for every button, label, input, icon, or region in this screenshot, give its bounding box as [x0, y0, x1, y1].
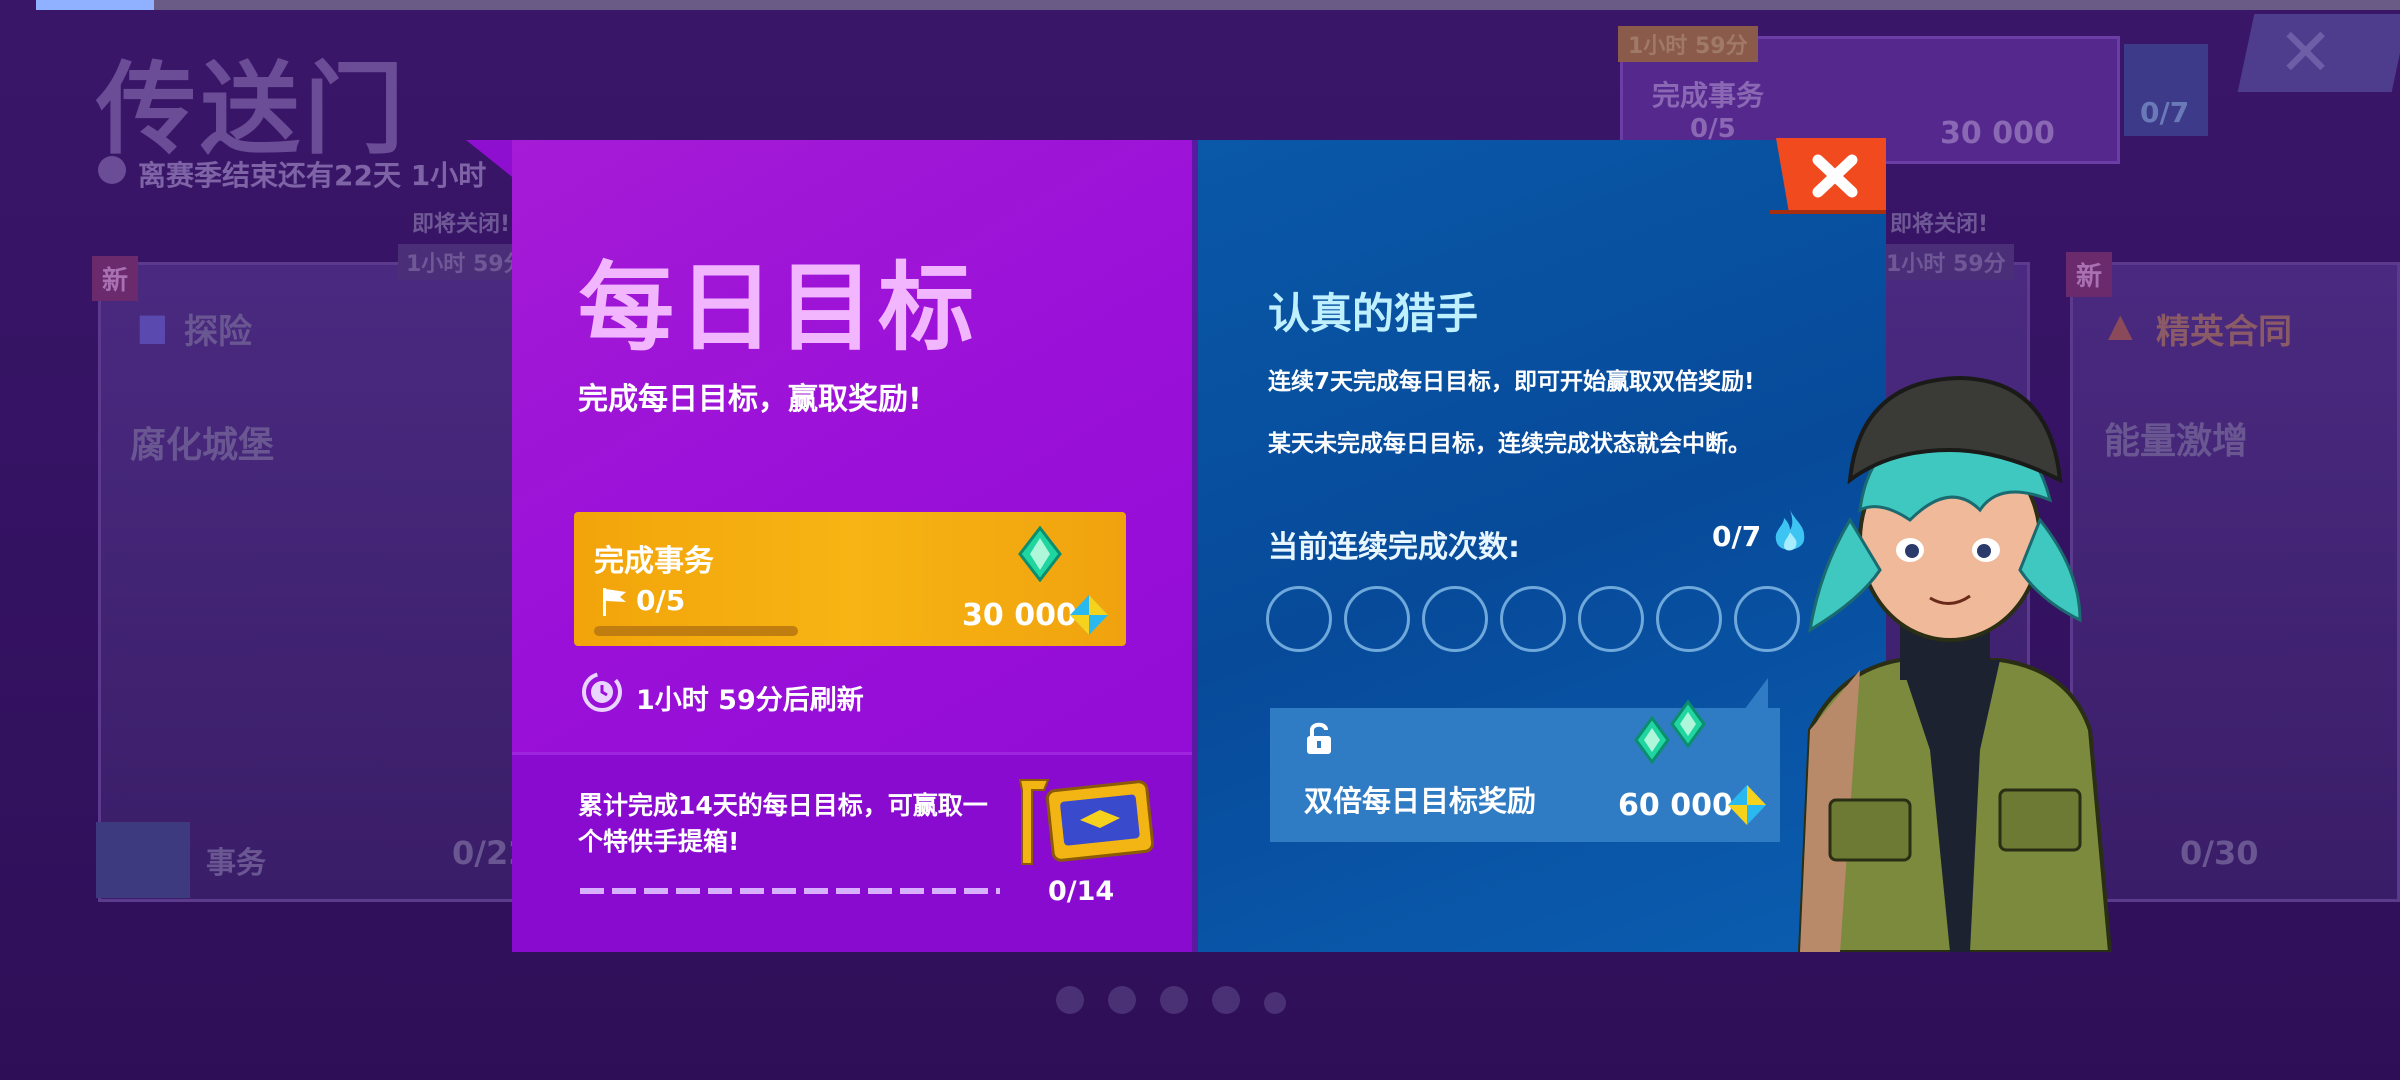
- page-dot: [1108, 986, 1136, 1014]
- gem-icon: [1634, 700, 1706, 765]
- streak-count: 0/7: [1712, 520, 1762, 553]
- currency-gem-icon: [1070, 595, 1108, 635]
- page-indicator: [1056, 986, 1310, 1018]
- bg-daily-reward: 30 000: [1940, 116, 2055, 151]
- bg-streak-count: 0/7: [2140, 96, 2190, 129]
- close-button[interactable]: [1776, 138, 1886, 214]
- clock-icon: [98, 156, 126, 184]
- bg-card-category: 精英合同: [2156, 312, 2292, 352]
- streak-day-slot: [1422, 586, 1488, 652]
- bg-card-name: 能量激增: [2104, 421, 2249, 462]
- page-dot: [1212, 986, 1240, 1014]
- cumulative-progress-count: 0/14: [1048, 876, 1115, 907]
- streak-title: 认真的猎手: [1268, 289, 1479, 338]
- top-progress-fill: [36, 0, 154, 10]
- cumulative-progress-bar: [580, 888, 1000, 894]
- double-reward-label: 双倍每日目标奖励: [1304, 784, 1537, 818]
- bg-closing-soon: 即将关闭!: [412, 212, 511, 237]
- bg-closing-time: 1小时 59分: [1878, 244, 2014, 280]
- bg-portal-card-left: [98, 262, 518, 902]
- bg-page-title: 传送门: [96, 51, 408, 168]
- close-icon: ✕: [2278, 14, 2334, 91]
- bg-daily-task-label: 完成事务: [1652, 79, 1765, 112]
- contract-icon: ▲: [2108, 306, 2133, 344]
- task-goal-progress-bar: [594, 626, 798, 636]
- bg-card-task-count: 0/30: [2180, 834, 2259, 872]
- gem-icon: [1018, 526, 1062, 582]
- streak-day-slot: [1266, 586, 1332, 652]
- task-goal-progress: 0/5: [636, 584, 686, 617]
- daily-goals-subtitle: 完成每日目标，赢取奖励!: [578, 382, 922, 417]
- bg-card-name: 腐化城堡: [130, 425, 275, 466]
- bg-new-badge: 新: [2066, 252, 2113, 297]
- streak-day-slot: [1578, 586, 1644, 652]
- page-dot: [1264, 992, 1286, 1014]
- flag-icon: [96, 822, 190, 898]
- clock-refresh-icon: [582, 672, 622, 712]
- bg-daily-timer: 1小时 59分: [1618, 26, 1758, 62]
- streak-day-slot: [1656, 586, 1722, 652]
- top-progress-track: [36, 0, 2400, 10]
- page-dot: [1160, 986, 1188, 1014]
- flag-icon: [603, 588, 626, 616]
- bg-season-timer: 离赛季结束还有22天 1小时: [138, 159, 487, 192]
- panel-divider: [1192, 140, 1198, 952]
- bg-card-category: 探险: [184, 312, 252, 352]
- streak-day-slot: [1344, 586, 1410, 652]
- streak-warning: 某天未完成每日目标，连续完成状态就会中断。: [1268, 431, 1751, 457]
- bg-new-badge: 新: [92, 256, 139, 301]
- book-icon: ▆: [140, 306, 165, 344]
- bg-card-task-label: 事务: [206, 846, 266, 881]
- refresh-timer: 1小时 59分后刷新: [636, 685, 864, 716]
- double-reward-amount: 60 000: [1618, 788, 1733, 823]
- cumulative-reward-text: 累计完成14天的每日目标，可赢取一个特供手提箱!: [578, 791, 988, 856]
- streak-description: 连续7天完成每日目标，即可开始赢取双倍奖励!: [1268, 369, 1755, 395]
- close-button-shadow: [1770, 210, 1886, 214]
- suitcase-icon: [1018, 779, 1154, 865]
- page-dot: [1056, 986, 1084, 1014]
- bg-closing-soon: 即将关闭!: [1890, 212, 1989, 237]
- unlock-icon: [1307, 722, 1331, 754]
- task-goal-label: 完成事务: [594, 544, 714, 579]
- streak-count-label: 当前连续完成次数:: [1268, 530, 1520, 565]
- task-goal-reward: 30 000: [962, 598, 1077, 633]
- character-portrait: [1797, 375, 2113, 952]
- currency-gem-icon: [1728, 785, 1766, 825]
- streak-day-tracker: [1266, 586, 1800, 652]
- streak-day-slot: [1500, 586, 1566, 652]
- close-icon: [1812, 154, 1858, 198]
- daily-goals-title: 每日目标: [578, 252, 978, 364]
